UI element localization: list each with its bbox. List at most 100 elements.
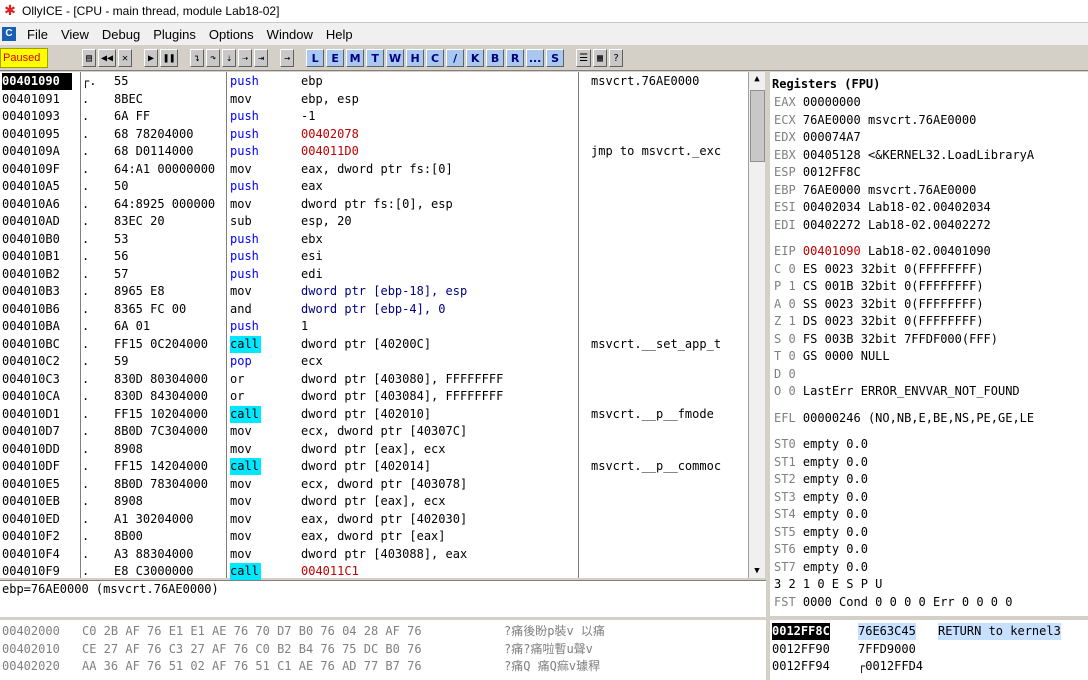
disasm-address[interactable]: 004010BA <box>2 318 72 335</box>
disasm-row[interactable]: 004010A5. 50 push eax <box>0 178 748 195</box>
scroll-down-icon[interactable]: ▼ <box>749 564 765 578</box>
handles-button[interactable]: H <box>406 49 425 67</box>
disasm-address[interactable]: 00401091 <box>2 91 72 108</box>
cpu-window-icon[interactable]: C <box>2 27 16 41</box>
go-to-icon[interactable]: → <box>280 49 295 67</box>
disasm-address[interactable]: 004010A5 <box>2 178 72 195</box>
disasm-address[interactable]: 004010D1 <box>2 406 72 423</box>
disasm-address[interactable]: 004010B1 <box>2 248 72 265</box>
register-value[interactable]: SS 0023 32bit 0(FFFFFFFF) <box>803 297 984 311</box>
menu-plugins[interactable]: Plugins <box>148 27 204 42</box>
register-value[interactable]: 00401090 <box>803 244 861 258</box>
stack-row[interactable]: 0012FF90 7FFD9000 <box>770 641 1088 658</box>
disasm-row[interactable]: 004010DF. FF15 14204000 call dword ptr [402… <box>0 458 748 475</box>
register-line[interactable]: ST7 empty 0.0 <box>774 559 868 576</box>
disasm-row[interactable]: 004010D1. FF15 10204000 call dword ptr [402… <box>0 405 748 423</box>
stack-address[interactable]: 0012FF94 <box>772 658 830 675</box>
disasm-address[interactable]: 004010C3 <box>2 371 72 388</box>
disasm-address[interactable]: 004010A6 <box>2 196 72 213</box>
register-line[interactable]: ECX 76AE0000 msvcrt.76AE0000 <box>774 112 976 129</box>
log-window-button[interactable]: L <box>306 49 325 67</box>
stack-address[interactable]: 0012FF90 <box>772 641 830 658</box>
dump-address[interactable]: 00402020 <box>2 658 60 675</box>
disasm-row[interactable]: 0040109F. 64:A1 00000000 mov eax, dword ptr… <box>0 161 748 178</box>
register-value[interactable]: 000074A7 <box>803 130 861 144</box>
register-line[interactable]: EDI 00402272 Lab18-02.00402272 <box>774 217 991 234</box>
menu-debug[interactable]: Debug <box>97 27 148 42</box>
register-line[interactable]: 3 2 1 0 E S P U <box>774 576 882 593</box>
trace-into-icon[interactable]: ⇣ <box>222 49 237 67</box>
trace-over-icon[interactable]: ⇢ <box>238 49 253 67</box>
register-value[interactable]: 3 2 1 0 E S P U <box>774 577 882 591</box>
register-line[interactable]: Z 1 DS 0023 32bit 0(FFFFFFFF) <box>774 313 984 330</box>
stack-row[interactable]: 0012FF8C 76E63C45 RETURN to kernel3 <box>770 623 1088 640</box>
register-line[interactable]: EAX 00000000 <box>774 94 861 111</box>
register-value[interactable]: empty 0.0 <box>803 490 868 504</box>
threads-button[interactable]: T <box>366 49 385 67</box>
register-line[interactable]: S 0 FS 003B 32bit 7FFDF000(FFF) <box>774 331 998 348</box>
register-line[interactable]: EDX 000074A7 <box>774 129 861 146</box>
dump-address[interactable]: 00402010 <box>2 641 60 658</box>
disasm-row[interactable]: 004010F2. 8B00 mov eax, dword ptr [eax] <box>0 528 748 545</box>
pause-icon[interactable]: ❚❚ <box>160 49 179 67</box>
disasm-row[interactable]: 004010CA. 830D 84304000 or dword ptr [40308… <box>0 388 748 405</box>
register-line[interactable]: EIP 00401090 Lab18-02.00401090 <box>774 243 991 260</box>
register-value[interactable]: empty 0.0 <box>803 542 868 556</box>
run-icon[interactable]: ▶ <box>144 49 159 67</box>
run-trace-button[interactable]: ... <box>526 49 545 67</box>
register-line[interactable]: ST1 empty 0.0 <box>774 454 868 471</box>
disasm-row[interactable]: 004010BC. FF15 0C204000 call dword ptr [402… <box>0 335 748 353</box>
disasm-address[interactable]: 004010B3 <box>2 283 72 300</box>
disassembly-scrollbar[interactable]: ▲ ▼ <box>748 72 765 578</box>
dump-pane[interactable]: 00402000 C0 2B AF 76 E1 E1 AE 76 70 D7 B0… <box>0 620 766 680</box>
register-value[interactable]: 76AE0000 <box>803 183 861 197</box>
register-line[interactable]: O 0 LastErr ERROR_ENVVAR_NOT_FOUND <box>774 383 1020 400</box>
disasm-row[interactable]: 00401091. 8BEC mov ebp, esp <box>0 91 748 108</box>
disasm-address[interactable]: 00401093 <box>2 108 72 125</box>
register-value[interactable]: empty 0.0 <box>803 455 868 469</box>
disasm-row[interactable]: 004010AD. 83EC 20 sub esp, 20 <box>0 213 748 230</box>
scroll-thumb[interactable] <box>750 90 765 162</box>
disasm-row[interactable]: 004010B2. 57 push edi <box>0 266 748 283</box>
disasm-address[interactable]: 0040109F <box>2 161 72 178</box>
register-line[interactable]: A 0 SS 0023 32bit 0(FFFFFFFF) <box>774 296 984 313</box>
register-line[interactable]: ESP 0012FF8C <box>774 164 861 181</box>
disasm-row[interactable]: 004010B0. 53 push ebx <box>0 231 748 248</box>
register-value[interactable]: FS 003B 32bit 7FFDF000(FFF) <box>803 332 998 346</box>
disasm-address[interactable]: 004010DF <box>2 458 72 475</box>
register-value[interactable]: 00000000 <box>803 95 861 109</box>
disasm-address[interactable]: 00401095 <box>2 126 72 143</box>
disasm-row[interactable]: 0040109A. 68 D0114000 push 004011D0 jmp to m… <box>0 143 748 160</box>
register-line[interactable]: ST2 empty 0.0 <box>774 471 868 488</box>
register-line[interactable]: T 0 GS 0000 NULL <box>774 348 890 365</box>
register-line[interactable]: FST 0000 Cond 0 0 0 0 Err 0 0 0 0 <box>774 594 1012 611</box>
cpu-button[interactable]: C <box>426 49 445 67</box>
register-value[interactable]: 0012FF8C <box>803 165 861 179</box>
register-value[interactable]: empty 0.0 <box>803 525 868 539</box>
step-into-icon[interactable]: ↴ <box>190 49 205 67</box>
register-value[interactable]: 0000 Cond 0 0 0 0 Err 0 0 0 0 <box>803 595 1013 609</box>
register-line[interactable]: ST0 empty 0.0 <box>774 436 868 453</box>
disasm-row[interactable]: 004010E5. 8B0D 78304000 mov ecx, dword ptr … <box>0 476 748 493</box>
execute-till-return-icon[interactable]: ⇥ <box>254 49 269 67</box>
disasm-address[interactable]: 004010ED <box>2 511 72 528</box>
register-value[interactable]: ES 0023 32bit 0(FFFFFFFF) <box>803 262 984 276</box>
register-line[interactable]: ESI 00402034 Lab18-02.00402034 <box>774 199 991 216</box>
disasm-address[interactable]: 004010D7 <box>2 423 72 440</box>
dump-address[interactable]: 00402000 <box>2 623 60 640</box>
register-line[interactable]: ST5 empty 0.0 <box>774 524 868 541</box>
disasm-address[interactable]: 004010B0 <box>2 231 72 248</box>
stack-pane[interactable]: 0012FF8C 76E63C45 RETURN to kernel3 0012FF9… <box>770 620 1088 680</box>
scroll-up-icon[interactable]: ▲ <box>749 72 765 86</box>
register-value[interactable]: empty 0.0 <box>803 472 868 486</box>
disasm-row[interactable]: 00401090 ┌. 55 push ebp msvcrt.76AE0000 <box>0 73 748 90</box>
menu-help[interactable]: Help <box>321 27 361 42</box>
disasm-address[interactable]: 004010C2 <box>2 353 72 370</box>
register-line[interactable]: ST3 empty 0.0 <box>774 489 868 506</box>
disasm-address[interactable]: 004010F9 <box>2 563 72 580</box>
close-icon[interactable]: ✕ <box>118 49 133 67</box>
disasm-row[interactable]: 00401093. 6A FF push -1 <box>0 108 748 125</box>
source-button[interactable]: S <box>546 49 565 67</box>
registers-pane[interactable]: Registers (FPU) EAX 00000000 ECX 76AE000… <box>770 72 1088 616</box>
register-line[interactable]: ST4 empty 0.0 <box>774 506 868 523</box>
